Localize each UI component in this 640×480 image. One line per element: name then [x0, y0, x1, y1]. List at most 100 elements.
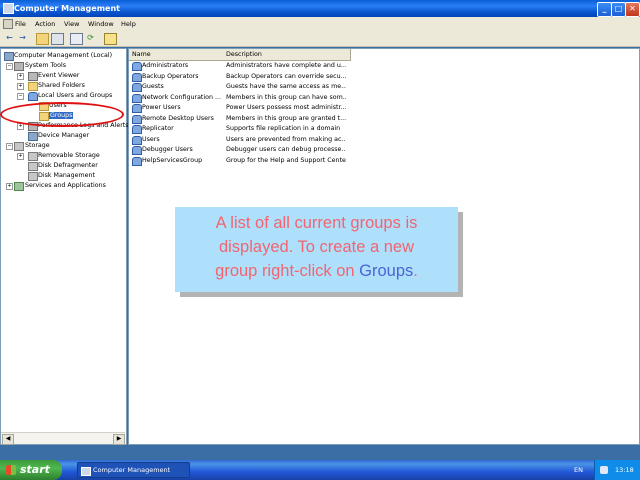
show-hide-tree-icon[interactable] [51, 33, 64, 45]
help-icon[interactable] [104, 33, 117, 45]
list-row[interactable]: HelpServicesGroup Group for the Help and … [129, 156, 429, 166]
group-icon [132, 83, 142, 92]
shared-folder-icon [28, 82, 38, 91]
tools-icon [14, 62, 24, 71]
group-icon [132, 114, 142, 124]
group-description: Supports file replication in a domain [226, 125, 341, 132]
callout-line-3: group right-click on Groups. [175, 259, 458, 283]
list-row[interactable]: Users Users are prevented from making ac.… [129, 135, 429, 145]
list-row[interactable]: Administrators Administrators have comple… [129, 61, 429, 71]
properties-icon[interactable] [70, 33, 83, 45]
title-bar[interactable]: Computer Management _ □ ✕ [0, 0, 640, 17]
list-row[interactable]: Remote Desktop Users Members in this grou… [129, 114, 429, 124]
up-folder-icon[interactable] [36, 33, 49, 45]
computer-management-icon [3, 3, 14, 14]
group-description: Members in this group can have som... [226, 93, 346, 101]
storage-icon [14, 142, 24, 151]
group-name: Backup Operators [142, 72, 199, 80]
menu-bar: File Action View Window Help [0, 17, 640, 30]
window-title: Computer Management [14, 4, 120, 13]
menu-help[interactable]: Help [121, 20, 136, 28]
scroll-right-icon[interactable]: ▶ [113, 434, 125, 445]
list-row[interactable]: Backup Operators Backup Operators can ove… [129, 72, 429, 82]
list-row[interactable]: Power Users Power Users possess most admi… [129, 103, 429, 113]
group-name: Remote Desktop Users [142, 114, 214, 122]
group-icon [132, 104, 142, 113]
tree-system-tools[interactable]: System Tools [25, 62, 66, 69]
callout-line-2: displayed. To create a new [218, 238, 415, 256]
group-name: Power Users [142, 104, 181, 111]
back-icon[interactable]: ← [4, 33, 15, 43]
expand-icon[interactable]: + [6, 183, 13, 190]
group-name: Debugger Users [142, 146, 193, 153]
tree-event-viewer[interactable]: Event Viewer [38, 72, 79, 79]
tree-storage[interactable]: Storage [25, 142, 50, 149]
menu-window[interactable]: Window [88, 20, 114, 28]
tree-services-applications[interactable]: Services and Applications [25, 182, 106, 189]
users-groups-icon [28, 92, 38, 101]
group-icon [132, 93, 142, 103]
scroll-left-icon[interactable]: ◀ [2, 434, 14, 445]
expand-icon[interactable]: + [17, 73, 24, 80]
close-button[interactable]: ✕ [625, 2, 640, 17]
services-icon [14, 182, 24, 191]
tree-disk-defragmenter[interactable]: Disk Defragmenter [38, 162, 98, 169]
taskbar-button-computer-management[interactable]: Computer Management [77, 462, 190, 478]
list-row[interactable]: Guests Guests have the same access as me.… [129, 82, 429, 92]
group-description: Group for the Help and Support Center [226, 156, 346, 164]
tutorial-callout: A list of all current groups is displaye… [175, 207, 458, 292]
system-menu-icon[interactable] [3, 19, 13, 29]
forward-icon[interactable]: → [17, 33, 28, 43]
tree-disk-management[interactable]: Disk Management [38, 172, 95, 179]
tree-root[interactable]: Computer Management (Local) [14, 52, 112, 59]
menu-file[interactable]: File [15, 20, 26, 28]
collapse-icon[interactable]: − [17, 93, 24, 100]
menu-action[interactable]: Action [35, 20, 55, 28]
disk-defragmenter-icon [28, 162, 38, 171]
expand-icon[interactable]: + [17, 83, 24, 90]
group-description: Guests have the same access as me... [226, 83, 346, 90]
tree-horizontal-scrollbar[interactable]: ◀ ▶ [1, 432, 125, 445]
group-description: Power Users possess most administr... [226, 104, 346, 111]
callout-groups-link: Groups [359, 262, 414, 280]
list-row[interactable]: Network Configuration ... Members in this… [129, 93, 429, 103]
tree-device-manager[interactable]: Device Manager [38, 132, 89, 139]
group-description: Users are prevented from making ac... [226, 135, 346, 143]
tray-app-icon[interactable] [600, 466, 608, 474]
taskbar-button-label: Computer Management [93, 466, 171, 474]
tree-local-users-groups[interactable]: Local Users and Groups [38, 92, 112, 99]
start-label: start [20, 463, 50, 476]
maximize-button[interactable]: □ [611, 2, 626, 17]
collapse-icon[interactable]: − [6, 143, 13, 150]
minimize-button[interactable]: _ [597, 2, 612, 17]
group-icon [132, 72, 142, 82]
tree-shared-folders[interactable]: Shared Folders [38, 82, 85, 89]
group-description: Members in this group are granted t... [226, 114, 346, 122]
computer-icon [4, 52, 14, 61]
group-name: HelpServicesGroup [142, 156, 203, 164]
start-button[interactable]: start [0, 460, 62, 480]
computer-management-icon [81, 467, 91, 476]
group-description: Administrators have complete and u... [226, 62, 346, 69]
language-indicator[interactable]: EN [574, 466, 583, 474]
group-name: Users [142, 135, 160, 143]
tree-removable-storage[interactable]: Removable Storage [38, 152, 100, 159]
column-header-description[interactable]: Description [223, 49, 351, 61]
list-row[interactable]: Debugger Users Debugger users can debug p… [129, 145, 429, 155]
device-manager-icon [28, 132, 38, 141]
menu-view[interactable]: View [64, 20, 79, 28]
group-description: Backup Operators can override secu... [226, 72, 346, 80]
group-icon [132, 135, 142, 145]
group-description: Debugger users can debug processe... [226, 146, 346, 153]
disk-management-icon [28, 172, 38, 181]
column-header-name[interactable]: Name [129, 49, 227, 61]
refresh-icon[interactable]: ⟳ [85, 33, 96, 43]
list-row[interactable]: Replicator Supports file replication in a… [129, 124, 429, 134]
collapse-icon[interactable]: − [6, 63, 13, 70]
clock[interactable]: 13:18 [615, 460, 634, 480]
callout-line-3-end: . [413, 262, 418, 280]
expand-icon[interactable]: + [17, 153, 24, 160]
group-icon [132, 125, 142, 134]
group-icon [132, 146, 142, 155]
callout-line-1: A list of all current groups is [215, 214, 418, 232]
